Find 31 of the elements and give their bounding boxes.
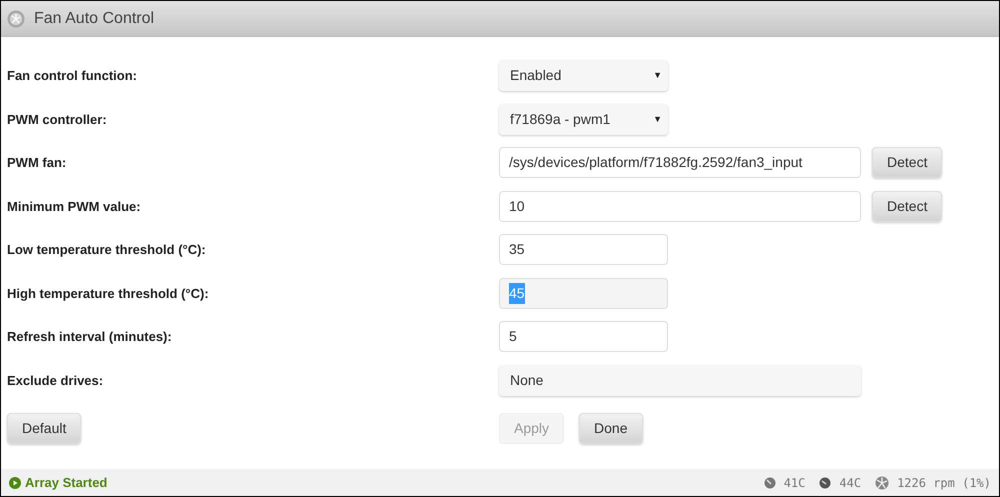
caret-icon: ▼ xyxy=(653,112,662,126)
field-label: PWM fan: xyxy=(7,154,68,172)
field-label: Minimum PWM value: xyxy=(7,198,142,216)
status-text: Array Started xyxy=(25,474,108,492)
temperature-icon xyxy=(764,476,776,488)
caret-icon: ▼ xyxy=(653,69,662,82)
field-label: Refresh interval (minutes): xyxy=(7,328,173,346)
input-field[interactable]: 5 xyxy=(499,321,668,352)
field-label: Low temperature threshold (°C): xyxy=(7,241,207,259)
action-button[interactable]: Detect xyxy=(872,190,942,222)
play-icon xyxy=(9,476,21,488)
sensor-reading: 44C xyxy=(839,474,862,492)
fan-icon xyxy=(7,10,25,28)
sensor-reading: 1226 rpm (1%) xyxy=(897,474,991,492)
field-label: PWM controller: xyxy=(7,110,108,128)
dropdown[interactable]: Enabled ▼ xyxy=(499,60,668,92)
action-button[interactable]: Detect xyxy=(872,147,942,178)
field-label: High temperature threshold (°C): xyxy=(7,284,210,303)
input-field[interactable]: /sys/devices/platform/f71882fg.2592/fan3_input xyxy=(499,147,861,178)
field-label: Exclude drives: xyxy=(7,372,104,390)
input-field[interactable]: 10 xyxy=(499,190,861,222)
sensor-reading: 41C xyxy=(784,474,806,492)
action-button[interactable]: Default xyxy=(7,412,82,444)
action-button[interactable]: Done xyxy=(579,412,642,444)
dropdown[interactable]: f71869a - pwm1 ▼ xyxy=(499,104,668,135)
window-title: Fan Auto Control xyxy=(34,8,154,28)
dropdown[interactable]: None xyxy=(499,364,861,396)
input-field[interactable]: 35 xyxy=(499,234,668,266)
fan-icon xyxy=(875,476,890,490)
field-label: Fan control function: xyxy=(7,67,138,85)
temperature-icon xyxy=(819,476,832,488)
